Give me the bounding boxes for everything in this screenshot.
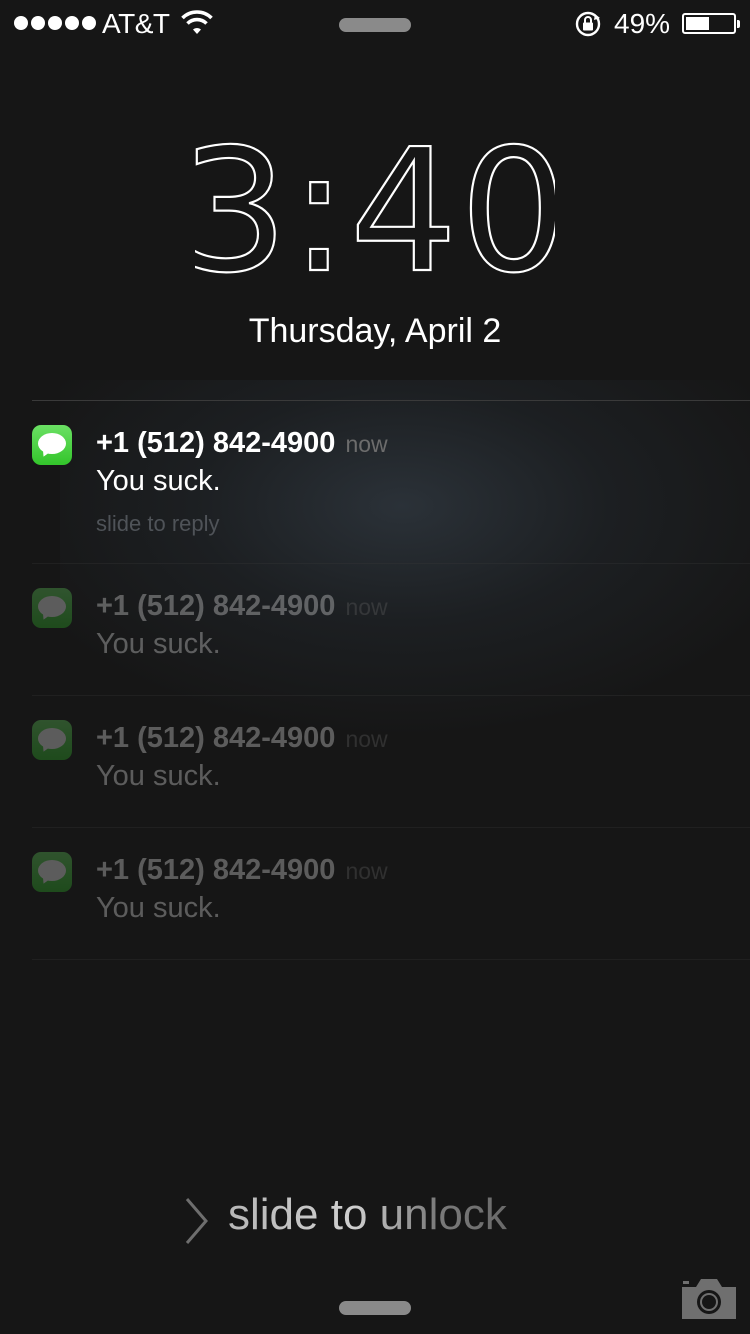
lock-date: Thursday, April 2 bbox=[248, 312, 502, 350]
notification-sender: +1 (512) 842-4900 now bbox=[96, 854, 388, 886]
notification-message: You suck. bbox=[96, 465, 221, 497]
status-bar: AT&T 49% bbox=[0, 0, 750, 50]
battery-icon bbox=[682, 13, 740, 34]
notification-message: You suck. bbox=[96, 892, 221, 924]
notification-item[interactable]: +1 (512) 842-4900 now You suck. bbox=[32, 827, 750, 960]
rotation-lock-icon bbox=[573, 9, 603, 44]
notification-item[interactable]: +1 (512) 842-4900 now You suck. bbox=[32, 563, 750, 695]
notification-time: now bbox=[345, 594, 388, 620]
lock-clock: 3:40 bbox=[0, 130, 750, 280]
messages-icon bbox=[32, 720, 72, 760]
messages-icon bbox=[32, 852, 72, 892]
clock-digits: 3:40 bbox=[195, 130, 555, 280]
notification-time: now bbox=[345, 726, 388, 752]
slide-to-reply-hint[interactable]: slide to reply bbox=[96, 511, 220, 537]
wifi-icon bbox=[180, 10, 214, 41]
notification-item[interactable]: +1 (512) 842-4900 now You suck. bbox=[32, 695, 750, 827]
notification-time: now bbox=[345, 431, 388, 457]
notification-sender: +1 (512) 842-4900 now bbox=[96, 427, 388, 459]
notification-message: You suck. bbox=[96, 760, 221, 792]
slide-to-unlock-label: slide to unlock bbox=[228, 1190, 507, 1239]
notification-message: You suck. bbox=[96, 628, 221, 660]
signal-strength-icon bbox=[14, 16, 96, 30]
clock-time: 3:40 bbox=[195, 130, 555, 280]
battery-percentage: 49% bbox=[614, 8, 671, 39]
messages-icon bbox=[32, 425, 72, 465]
control-center-grabber[interactable] bbox=[339, 1301, 411, 1315]
notification-item[interactable]: +1 (512) 842-4900 now You suck. slide to … bbox=[32, 400, 750, 563]
messages-icon bbox=[32, 588, 72, 628]
notification-list: +1 (512) 842-4900 now You suck. slide to … bbox=[32, 400, 750, 960]
slide-to-unlock[interactable]: slide to unlock bbox=[0, 1190, 750, 1250]
lock-screen: AT&T 49% 3:40 Thursday, A bbox=[0, 0, 750, 1334]
camera-icon[interactable] bbox=[680, 1275, 738, 1326]
notification-sender: +1 (512) 842-4900 now bbox=[96, 590, 388, 622]
chevron-right-icon bbox=[184, 1196, 210, 1251]
notification-center-grabber[interactable] bbox=[339, 18, 411, 32]
carrier-name: AT&T bbox=[102, 8, 170, 39]
notification-time: now bbox=[345, 858, 388, 884]
notification-sender: +1 (512) 842-4900 now bbox=[96, 722, 388, 754]
